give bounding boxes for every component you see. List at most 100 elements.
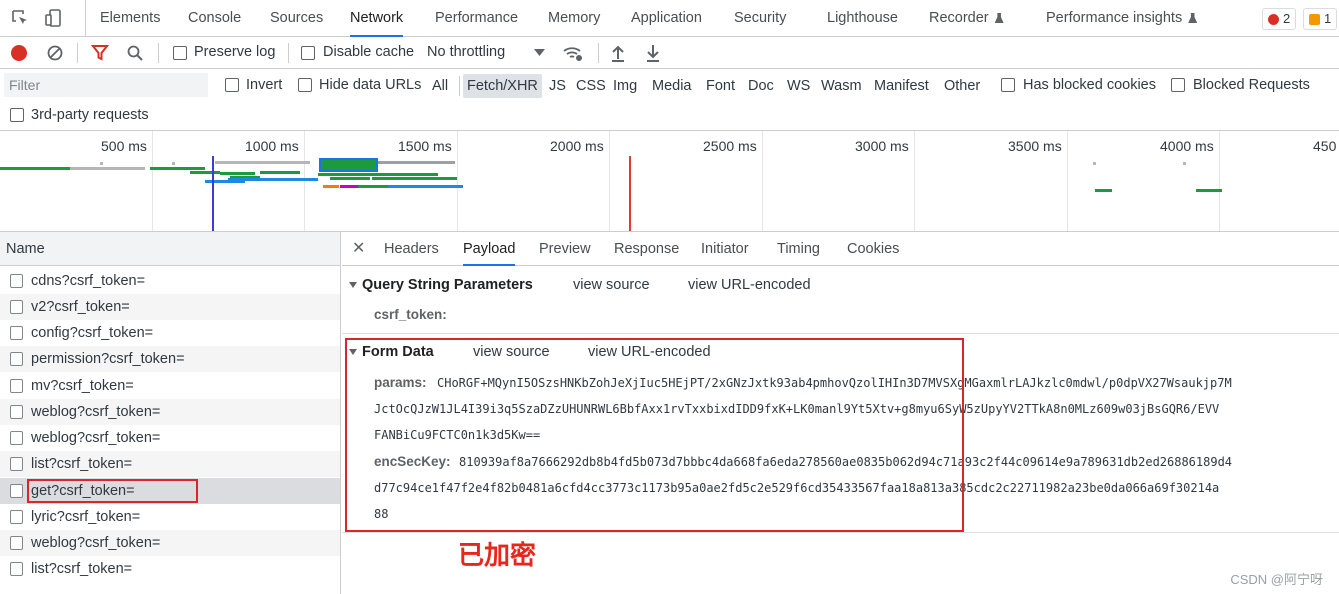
type-filter-other[interactable]: Other (940, 74, 984, 98)
row-checkbox[interactable] (10, 405, 23, 419)
preserve-log-checkbox[interactable] (173, 46, 187, 60)
hide-data-urls-label: Hide data URLs (319, 77, 422, 93)
type-filter-img[interactable]: Img (609, 74, 641, 98)
request-row[interactable]: list?csrf_token= (0, 556, 340, 582)
collapse-triangle-icon[interactable] (349, 282, 357, 288)
tab-sources[interactable]: Sources (270, 0, 323, 37)
panel-tabs: Elements Console Sources Network Perform… (85, 0, 1198, 37)
search-icon[interactable] (126, 44, 144, 62)
tick-label: 3000 ms (855, 138, 909, 154)
row-checkbox[interactable] (10, 326, 23, 340)
waterfall-segment (215, 161, 310, 164)
has-blocked-cookies-checkbox[interactable] (1001, 78, 1015, 92)
request-row[interactable]: v2?csrf_token= (0, 294, 340, 320)
request-row-selected[interactable]: get?csrf_token= (0, 478, 340, 504)
invert-checkbox[interactable] (225, 78, 239, 92)
dropdown-arrow-icon[interactable] (534, 49, 545, 57)
export-har-icon[interactable] (645, 43, 661, 63)
row-checkbox[interactable] (10, 457, 23, 471)
error-count-badge[interactable]: 2 (1262, 8, 1297, 30)
waterfall-segment (172, 162, 175, 165)
section-divider (342, 333, 1339, 334)
network-overview-timeline[interactable]: 500 ms 1000 ms 1500 ms 2000 ms 2500 ms 3… (0, 131, 1339, 232)
name-column-header[interactable]: Name (0, 232, 340, 266)
tab-payload[interactable]: Payload (463, 232, 516, 266)
request-row[interactable]: weblog?csrf_token= (0, 425, 340, 451)
disable-cache-label: Disable cache (323, 44, 415, 60)
request-row[interactable]: cdns?csrf_token= (0, 268, 340, 294)
section-divider (342, 532, 1339, 533)
tab-response[interactable]: Response (614, 232, 679, 266)
toolbar-divider (288, 43, 289, 63)
tab-network[interactable]: Network (350, 0, 404, 37)
request-name: permission?csrf_token= (31, 351, 185, 367)
tab-console[interactable]: Console (188, 0, 241, 37)
close-icon[interactable]: ✕ (352, 232, 365, 266)
request-name: v2?csrf_token= (31, 299, 130, 315)
row-checkbox[interactable] (10, 510, 23, 524)
third-party-checkbox[interactable] (10, 108, 24, 122)
experimental-flask-icon (994, 13, 1004, 23)
experimental-flask-icon (1188, 13, 1198, 23)
network-conditions-icon[interactable] (562, 43, 584, 63)
query-view-source-link[interactable]: view source (573, 277, 650, 293)
waterfall-segment (228, 178, 318, 181)
type-filter-doc[interactable]: Doc (744, 74, 778, 98)
request-row[interactable]: lyric?csrf_token= (0, 504, 340, 530)
row-checkbox[interactable] (10, 300, 23, 314)
type-filter-wasm[interactable]: Wasm (817, 74, 866, 98)
row-checkbox[interactable] (10, 274, 23, 288)
tab-recorder[interactable]: Recorder (929, 0, 1004, 37)
tab-application[interactable]: Application (631, 0, 702, 37)
throttling-select[interactable]: No throttling (427, 44, 505, 60)
request-row[interactable]: weblog?csrf_token= (0, 530, 340, 556)
type-filter-all[interactable]: All (428, 74, 452, 98)
type-filter-manifest[interactable]: Manifest (870, 74, 933, 98)
filter-icon[interactable] (91, 44, 109, 62)
record-button[interactable] (10, 44, 28, 62)
filter-input[interactable] (4, 73, 208, 97)
tab-performance[interactable]: Performance (435, 0, 518, 37)
query-view-url-encoded-link[interactable]: view URL-encoded (688, 277, 811, 293)
tab-security[interactable]: Security (734, 0, 786, 37)
type-filter-fetch-xhr[interactable]: Fetch/XHR (463, 74, 542, 98)
type-filter-ws[interactable]: WS (783, 74, 814, 98)
type-filter-media[interactable]: Media (648, 74, 696, 98)
tab-memory[interactable]: Memory (548, 0, 600, 37)
device-toolbar-icon[interactable] (44, 8, 64, 28)
request-row[interactable]: permission?csrf_token= (0, 346, 340, 372)
tab-initiator[interactable]: Initiator (701, 232, 749, 266)
warning-count-badge[interactable]: 1 (1303, 8, 1338, 30)
row-checkbox[interactable] (10, 562, 23, 576)
type-filter-font[interactable]: Font (702, 74, 739, 98)
toolbar-divider (77, 43, 78, 63)
query-params-title[interactable]: Query String Parameters (362, 277, 533, 293)
inspect-element-icon[interactable] (10, 8, 30, 28)
row-checkbox[interactable] (10, 431, 23, 445)
tab-cookies[interactable]: Cookies (847, 232, 899, 266)
request-row[interactable]: list?csrf_token= (0, 451, 340, 477)
request-row[interactable]: config?csrf_token= (0, 320, 340, 346)
waterfall-segment (330, 177, 370, 180)
clear-icon[interactable] (46, 44, 64, 62)
disable-cache-checkbox[interactable] (301, 46, 315, 60)
request-row[interactable]: weblog?csrf_token= (0, 399, 340, 425)
row-checkbox[interactable] (10, 536, 23, 550)
tab-headers[interactable]: Headers (384, 232, 439, 266)
waterfall-segment (220, 172, 255, 175)
type-filter-js[interactable]: JS (545, 74, 570, 98)
blocked-requests-checkbox[interactable] (1171, 78, 1185, 92)
hide-data-urls-checkbox[interactable] (298, 78, 312, 92)
devtools-tab-bar: Elements Console Sources Network Perform… (0, 0, 1339, 37)
row-checkbox[interactable] (10, 379, 23, 393)
tab-timing[interactable]: Timing (777, 232, 820, 266)
type-filter-css[interactable]: CSS (572, 74, 610, 98)
tab-preview[interactable]: Preview (539, 232, 591, 266)
tab-lighthouse[interactable]: Lighthouse (827, 0, 898, 37)
row-checkbox[interactable] (10, 484, 23, 498)
tab-performance-insights[interactable]: Performance insights (1046, 0, 1198, 37)
request-row[interactable]: mv?csrf_token= (0, 373, 340, 399)
import-har-icon[interactable] (610, 43, 626, 63)
row-checkbox[interactable] (10, 352, 23, 366)
tab-elements[interactable]: Elements (100, 0, 160, 37)
